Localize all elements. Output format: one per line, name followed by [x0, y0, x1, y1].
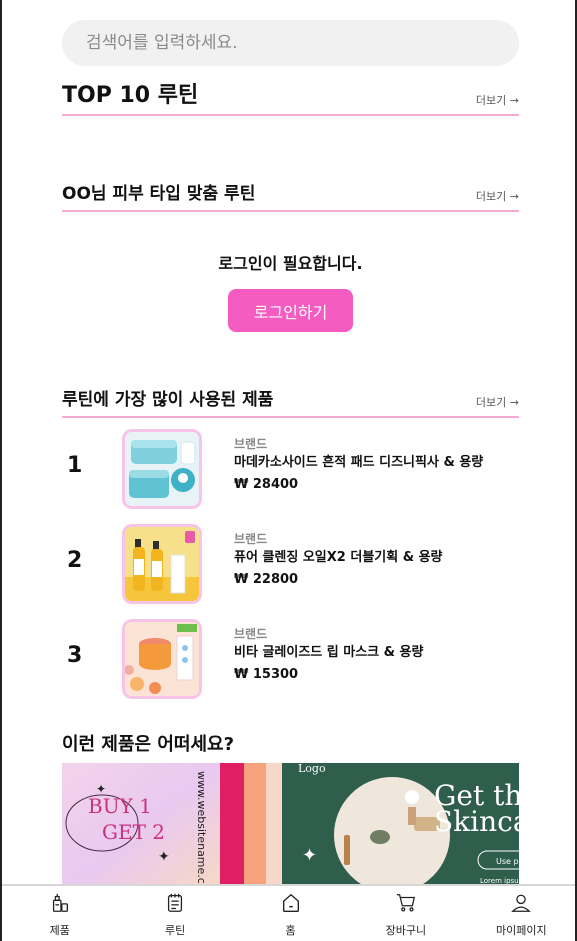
svg-text:✦: ✦ — [158, 849, 170, 865]
search-input[interactable] — [62, 20, 519, 66]
banner-get-text: GET 2 — [102, 820, 165, 844]
product-brand: 브랜드 — [234, 437, 268, 451]
promo-banner[interactable]: BUY 1 GET 2 ✦ ✦ www.websitename.com Logo… — [62, 763, 519, 893]
product-row[interactable]: 1 브랜드 마데카소사이드 흔적 패드 디즈니픽사 & 용량 ₩ 28400 — [62, 429, 519, 509]
product-name[interactable]: 마데카소사이드 흔적 패드 디즈니픽사 & 용량 — [234, 451, 483, 470]
product-image[interactable] — [122, 429, 202, 509]
banner-cta-text: Use pr — [496, 857, 519, 866]
routine-icon — [168, 893, 183, 912]
product-brand: 브랜드 — [234, 627, 268, 641]
most-used-section-header: 루틴에 가장 많이 사용된 제품 더보기 → — [62, 386, 519, 418]
rank-number: 3 — [67, 643, 83, 668]
rank-number: 1 — [67, 453, 83, 478]
nav-label-home: 홈 — [285, 924, 296, 937]
bottom-navigation: 제품 루틴 홈 장바구니 마이페이지 — [2, 884, 575, 941]
login-button[interactable]: 로그인하기 — [228, 289, 353, 332]
most-used-title: 루틴에 가장 많이 사용된 제품 — [62, 390, 274, 410]
skin-title: OO님 피부 타입 맞춤 루틴 — [62, 184, 256, 204]
product-price: ₩ 28400 — [234, 477, 299, 492]
product-row[interactable]: 3 브랜드 비타 글레이즈드 립 마스크 & 용량 ₩ 15300 — [62, 619, 519, 699]
mypage-icon — [511, 894, 532, 912]
svg-text:✦: ✦ — [96, 782, 106, 796]
banner-website-text: www.websitename.com — [195, 771, 208, 893]
home-icon — [282, 893, 299, 912]
svg-text:✦: ✦ — [302, 845, 317, 866]
skin-more-link[interactable]: 더보기 → — [476, 188, 519, 204]
cart-icon — [396, 894, 415, 912]
nav-label-product: 제품 — [49, 924, 70, 937]
nav-item-product[interactable]: 제품 — [2, 886, 117, 941]
nav-label-routine: 루틴 — [164, 924, 186, 937]
nav-label-mypage: 마이페이지 — [496, 924, 547, 937]
rank-number: 2 — [67, 548, 83, 573]
product-brand: 브랜드 — [234, 532, 268, 546]
login-required-message: 로그인이 필요합니다. — [218, 254, 363, 273]
top10-title: TOP 10 루틴 — [62, 83, 199, 108]
app-screen: TOP 10 루틴 더보기 → OO님 피부 타입 맞춤 루틴 더보기 → 로그… — [0, 0, 577, 941]
most-used-more-link[interactable]: 더보기 → — [476, 394, 519, 410]
product-price: ₩ 15300 — [234, 667, 299, 682]
nav-item-cart[interactable]: 장바구니 — [348, 886, 463, 941]
banner-buy-text: BUY 1 — [88, 794, 152, 818]
product-row[interactable]: 2 브랜드 퓨어 클렌징 오일X2 더블기획 & 용량 ₩ 22800 — [62, 524, 519, 604]
nav-item-routine[interactable]: 루틴 — [117, 886, 232, 941]
nav-item-home[interactable]: 홈 — [233, 886, 348, 941]
nav-item-mypage[interactable]: 마이페이지 — [464, 886, 575, 941]
search-bar[interactable] — [62, 20, 519, 66]
banner-logo-text: Logo — [298, 763, 326, 775]
product-name[interactable]: 비타 글레이즈드 립 마스크 & 용량 — [234, 641, 423, 660]
top10-more-link[interactable]: 더보기 → — [476, 92, 519, 108]
product-image[interactable] — [122, 524, 202, 604]
nav-label-cart: 장바구니 — [385, 924, 427, 937]
recommend-title: 이런 제품은 어떠세요? — [62, 734, 235, 755]
product-name[interactable]: 퓨어 클렌징 오일X2 더블기획 & 용량 — [234, 546, 443, 565]
banner-headline-2: Skinca — [434, 805, 519, 838]
top10-section-header: TOP 10 루틴 더보기 → — [62, 80, 519, 116]
skin-section-header: OO님 피부 타입 맞춤 루틴 더보기 → — [62, 180, 519, 212]
product-price: ₩ 22800 — [234, 572, 299, 587]
product-icon — [52, 893, 68, 912]
product-image[interactable] — [122, 619, 202, 699]
